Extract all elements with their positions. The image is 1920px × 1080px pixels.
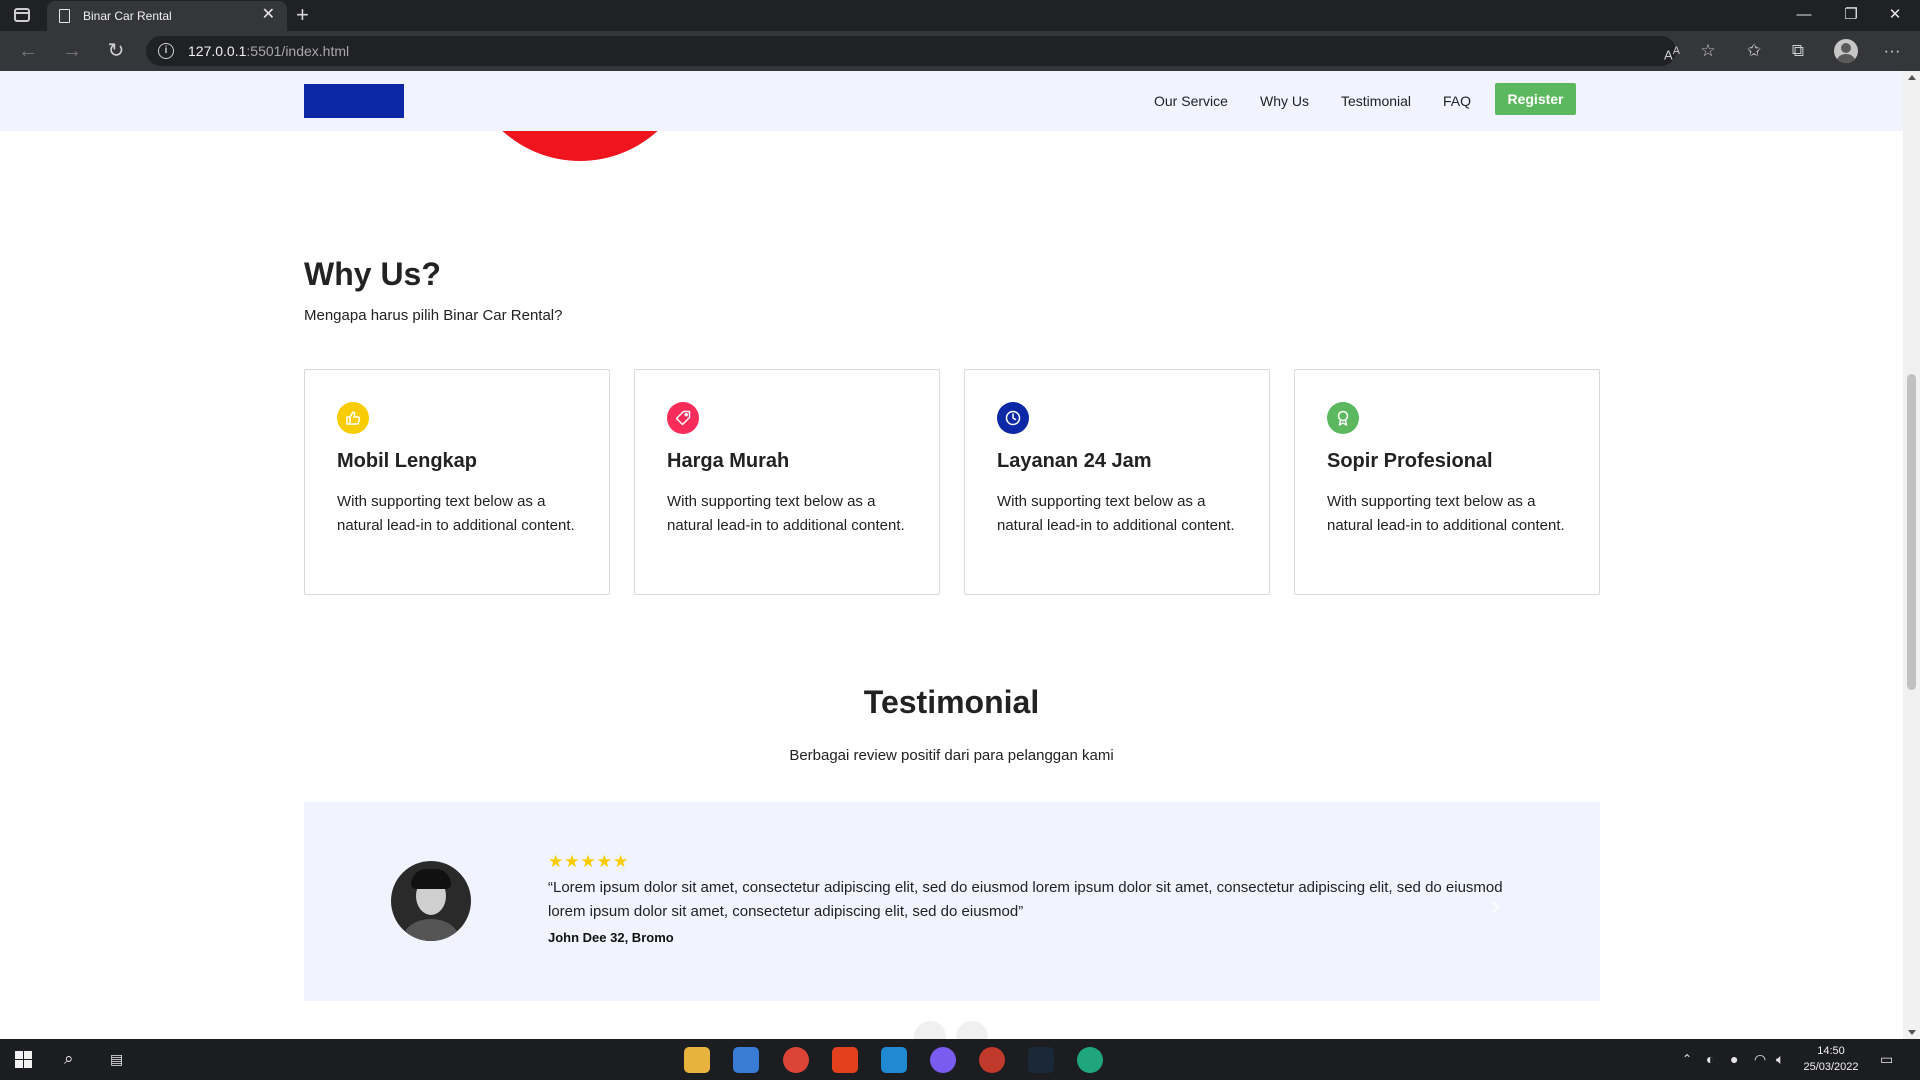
search-icon[interactable]: ⌕ [64, 1049, 74, 1069]
steam-tray-icon[interactable]: ◐ [1706, 1049, 1714, 1069]
feature-card-title: Mobil Lengkap [337, 450, 477, 472]
why-us-title: Why Us? [304, 256, 441, 292]
site-info-icon[interactable]: i [158, 43, 174, 59]
feature-card-mobil-lengkap: Mobil Lengkap With supporting text below… [304, 369, 610, 595]
why-us-subtitle: Mengapa harus pilih Binar Car Rental? [304, 307, 563, 324]
nav-link-our-service[interactable]: Our Service [1154, 93, 1228, 109]
scroll-up-icon[interactable] [1908, 75, 1916, 80]
store-icon[interactable] [733, 1047, 759, 1073]
feature-card-harga-murah: Harga Murah With supporting text below a… [634, 369, 940, 595]
task-view-icon[interactable]: ▤ [110, 1049, 123, 1069]
nav-link-faq[interactable]: FAQ [1443, 93, 1471, 109]
windows-taskbar: ⌕ ▤ ⌃ ◐ ● ◠ 🔈︎ 14:50 25/03/2022 ▭ [0, 1039, 1920, 1080]
forward-arrow-icon[interactable]: → [58, 39, 86, 63]
restore-button[interactable]: ❐ [1836, 5, 1866, 25]
tab-actions-icon[interactable] [14, 8, 30, 22]
register-button[interactable]: Register [1495, 83, 1576, 115]
scrollbar-thumb[interactable] [1907, 374, 1916, 690]
feature-card-text: With supporting text below as a natural … [997, 493, 1235, 534]
nav-link-why-us[interactable]: Why Us [1260, 93, 1309, 109]
feature-card-title: Layanan 24 Jam [997, 450, 1152, 472]
file-explorer-icon[interactable] [684, 1047, 710, 1073]
browser-tab-bar: Binar Car Rental ✕ + — ❐ ✕ [0, 0, 1920, 31]
discord-tray-icon[interactable]: ● [1730, 1049, 1738, 1069]
collections-icon[interactable]: ⧉ [1784, 39, 1812, 63]
carousel-prev-button[interactable] [914, 1021, 946, 1039]
testimonial-author: John Dee 32, Bromo [548, 930, 674, 945]
address-bar: ← → ↻ i 127.0.0.1:5501/index.html AA ☆ ✩… [0, 31, 1920, 71]
steam-icon[interactable] [1028, 1047, 1054, 1073]
award-icon [1327, 402, 1359, 434]
testimonial-title: Testimonial [863, 684, 1040, 720]
feature-card-text: With supporting text below as a natural … [1327, 493, 1565, 534]
new-tab-button[interactable]: + [296, 3, 309, 27]
browser-tab[interactable]: Binar Car Rental ✕ [47, 1, 287, 31]
taskbar-date[interactable]: 25/03/2022 [1796, 1061, 1866, 1073]
vscode-icon[interactable] [881, 1047, 907, 1073]
chrome-profile-icon[interactable] [979, 1047, 1005, 1073]
show-hidden-icons[interactable]: ⌃ [1682, 1049, 1692, 1069]
thumbs-up-icon [337, 402, 369, 434]
price-tag-icon [667, 402, 699, 434]
tab-close-icon[interactable]: ✕ [262, 6, 275, 24]
page-icon [59, 9, 70, 23]
page-viewport: Our Service Why Us Testimonial FAQ Regis… [0, 71, 1903, 1039]
nav-link-testimonial[interactable]: Testimonial [1341, 93, 1411, 109]
clock-icon [997, 402, 1029, 434]
page-scrollbar[interactable] [1903, 71, 1920, 1039]
feature-card-text: With supporting text below as a natural … [337, 493, 575, 534]
scroll-down-icon[interactable] [1908, 1030, 1916, 1035]
discord-icon[interactable] [930, 1047, 956, 1073]
minimize-button[interactable]: — [1789, 5, 1819, 25]
windows-start-icon[interactable] [15, 1051, 32, 1068]
testimonial-avatar [391, 861, 471, 941]
site-navbar: Our Service Why Us Testimonial FAQ Regis… [0, 71, 1903, 131]
testimonial-quote: “Lorem ipsum dolor sit amet, consectetur… [548, 879, 1503, 920]
chrome-icon[interactable] [783, 1047, 809, 1073]
tab-title: Binar Car Rental [83, 9, 172, 23]
testimonial-subtitle: Berbagai review positif dari para pelang… [789, 747, 1114, 764]
feature-card-title: Sopir Profesional [1327, 450, 1493, 472]
read-aloud-icon[interactable]: AA [1658, 39, 1686, 67]
chevron-right-icon[interactable]: › [1491, 890, 1500, 921]
feature-card-text: With supporting text below as a natural … [667, 493, 905, 534]
volume-icon[interactable]: 🔈︎ [1776, 1049, 1784, 1069]
site-logo[interactable] [304, 84, 404, 118]
feature-card-title: Harga Murah [667, 450, 790, 472]
url-field[interactable]: i 127.0.0.1:5501/index.html [146, 36, 1676, 66]
testimonial-card: ★★★★★ “Lorem ipsum dolor sit amet, conse… [304, 802, 1600, 1001]
url-text: 127.0.0.1:5501/index.html [188, 43, 350, 59]
reload-icon[interactable]: ↻ [102, 39, 130, 63]
feature-card-layanan-24-jam: Layanan 24 Jam With supporting text belo… [964, 369, 1270, 595]
carousel-next-button[interactable] [956, 1021, 988, 1039]
wifi-icon[interactable]: ◠ [1754, 1049, 1766, 1069]
back-arrow-icon[interactable]: ← [14, 39, 42, 63]
profile-avatar-icon[interactable] [1834, 39, 1858, 63]
notifications-icon[interactable]: ▭ [1880, 1049, 1893, 1069]
taskbar-time[interactable]: 14:50 [1796, 1045, 1866, 1057]
add-favorite-icon[interactable]: ☆ [1694, 39, 1722, 63]
edge-icon[interactable] [1077, 1047, 1103, 1073]
window-close-button[interactable]: ✕ [1880, 5, 1910, 25]
office-icon[interactable] [832, 1047, 858, 1073]
more-options-icon[interactable]: ··· [1878, 39, 1906, 63]
rating-stars: ★★★★★ [548, 852, 630, 871]
favorites-icon[interactable]: ✩ [1740, 39, 1768, 63]
feature-card-sopir-profesional: Sopir Profesional With supporting text b… [1294, 369, 1600, 595]
